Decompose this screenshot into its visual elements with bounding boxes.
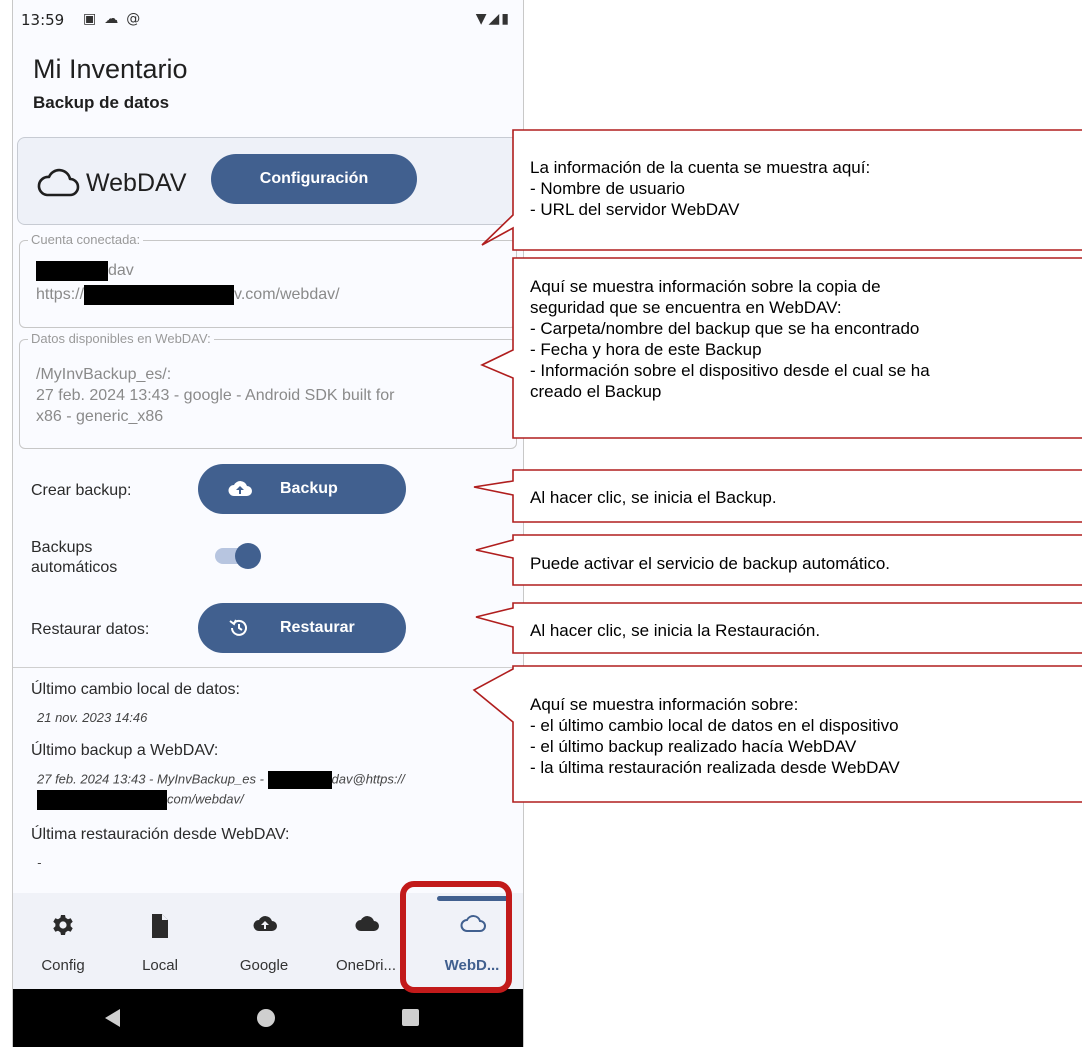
callout-available: Aquí se muestra información sobre la cop… <box>530 277 930 401</box>
callout-info: Aquí se muestra información sobre: - el … <box>530 695 900 777</box>
callout-auto: Puede activar el servicio de backup auto… <box>530 554 891 573</box>
callout-backup: Al hacer clic, se inicia el Backup. <box>530 488 777 507</box>
callout-restore: Al hacer clic, se inicia la Restauración… <box>530 621 821 640</box>
callout-account: La información de la cuenta se muestra a… <box>530 158 871 219</box>
